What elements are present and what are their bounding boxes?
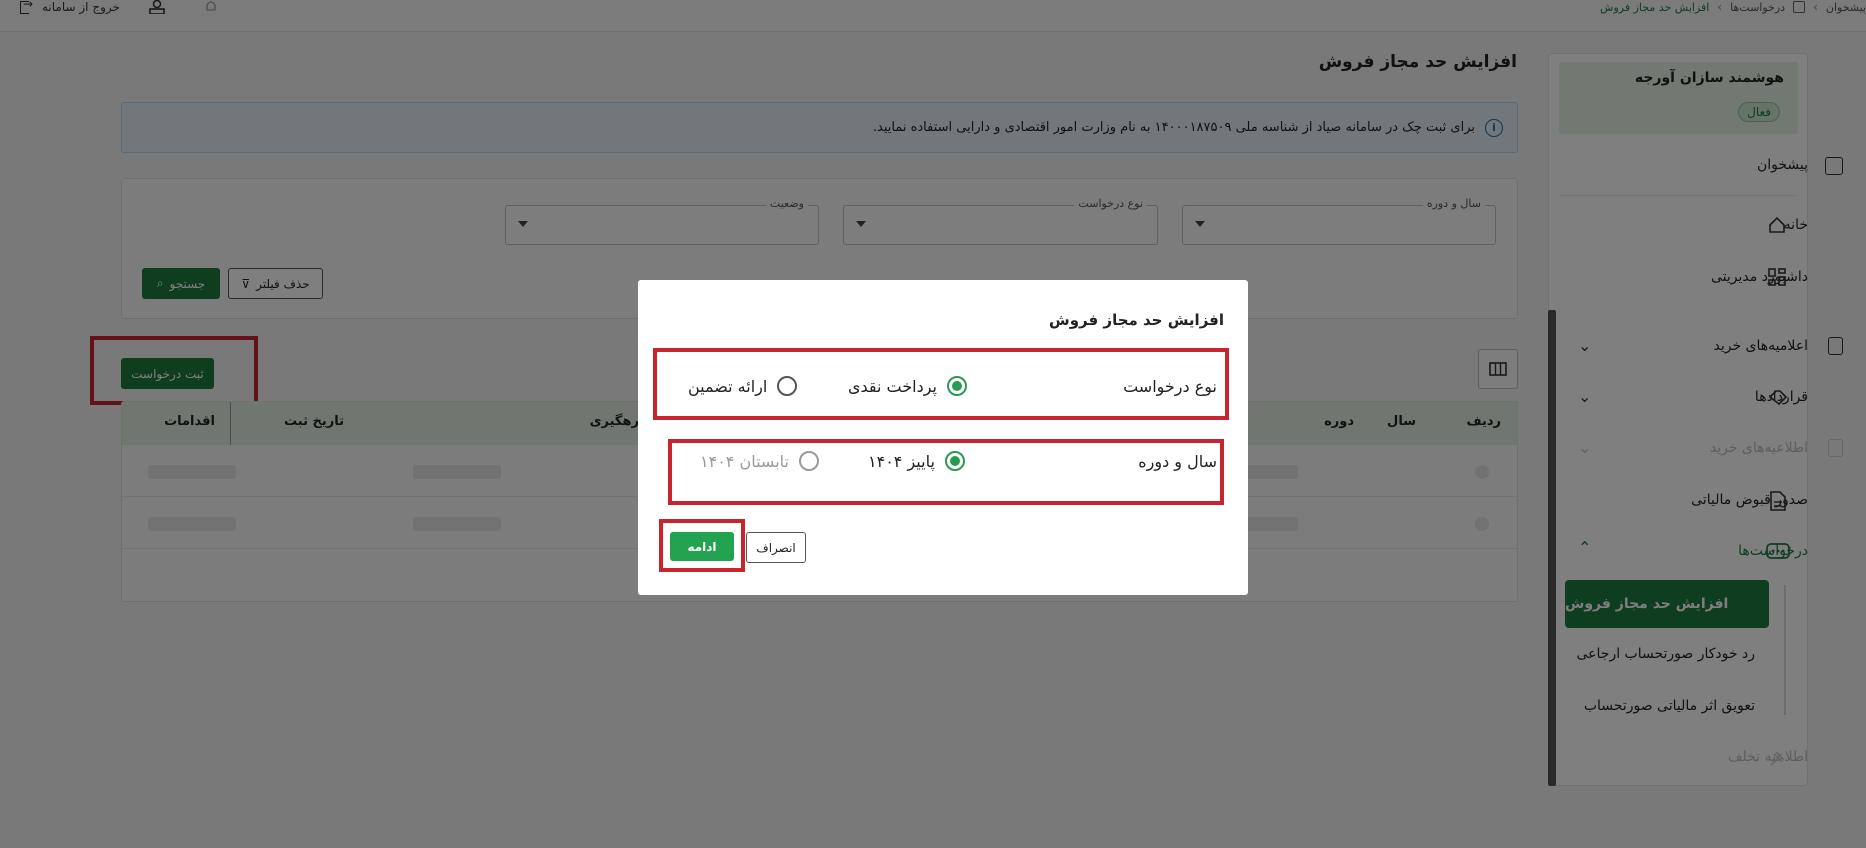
radio-unchecked-icon: [777, 376, 798, 396]
radio-summer-1404: تابستان ۱۴۰۴: [700, 451, 819, 471]
radio-checked-icon: [947, 376, 968, 396]
continue-button[interactable]: ادامه: [670, 532, 734, 561]
continue-label: ادامه: [687, 539, 717, 554]
request-type-row-label: نوع درخواست: [1123, 377, 1217, 396]
radio-label: پرداخت نقدی: [848, 376, 938, 396]
radio-checked-icon: [944, 451, 965, 471]
radio-cash-payment[interactable]: پرداخت نقدی: [848, 376, 968, 396]
radio-label: پاییز ۱۴۰۴: [868, 451, 935, 471]
cancel-button[interactable]: انصراف: [746, 532, 806, 563]
radio-guarantee[interactable]: ارائه تضمین: [688, 376, 798, 396]
radio-autumn-1404[interactable]: پاییز ۱۴۰۴: [868, 451, 965, 471]
highlight-period: [668, 439, 1224, 505]
cancel-label: انصراف: [756, 540, 796, 555]
radio-unchecked-icon: [798, 451, 819, 471]
dialog-title: افزایش حد مجاز فروش: [1049, 311, 1224, 329]
radio-label: ارائه تضمین: [688, 376, 768, 396]
radio-label: تابستان ۱۴۰۴: [700, 451, 789, 471]
period-row-label: سال و دوره: [1138, 452, 1217, 471]
